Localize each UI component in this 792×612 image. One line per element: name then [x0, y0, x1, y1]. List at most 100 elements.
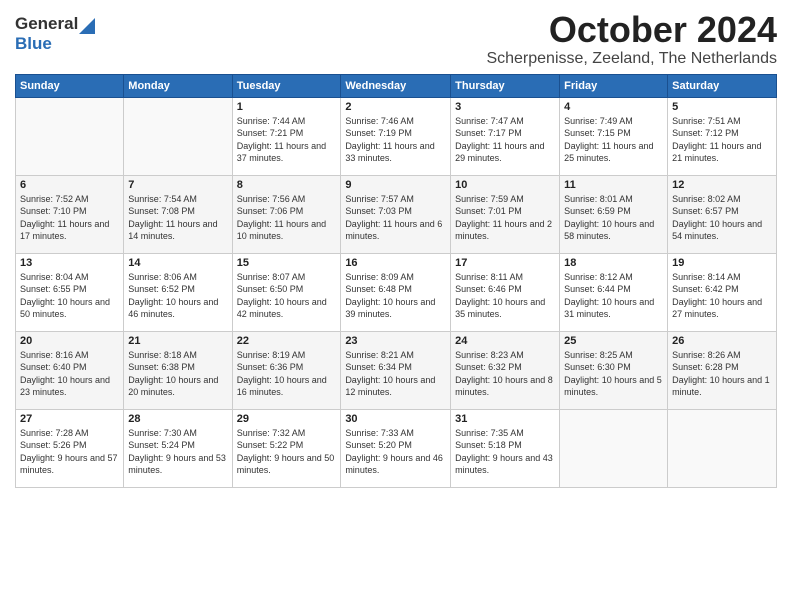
day-info: Sunrise: 7:44 AM Sunset: 7:21 PM Dayligh… — [237, 115, 337, 165]
calendar-cell: 5Sunrise: 7:51 AM Sunset: 7:12 PM Daylig… — [668, 97, 777, 175]
calendar-cell: 17 Sunrise: 8:11 AM Sunset: 6:46 PM Dayli… — [451, 253, 560, 331]
week-row-4: 20 Sunrise: 8:16 AM Sunset: 6:40 PM Dayli… — [16, 331, 777, 409]
day-info: Sunrise: 8:14 AM Sunset: 6:42 PM Dayligh… — [672, 271, 772, 321]
week-row-1: 1 Sunrise: 7:44 AM Sunset: 7:21 PM Daylig… — [16, 97, 777, 175]
calendar-cell — [16, 97, 124, 175]
day-info: Sunrise: 7:32 AM Sunset: 5:22 PM Dayligh… — [237, 427, 337, 477]
day-info: Sunrise: 7:56 AM Sunset: 7:06 PM Dayligh… — [237, 193, 337, 243]
week-row-3: 13 Sunrise: 8:04 AM Sunset: 6:55 PM Dayli… — [16, 253, 777, 331]
day-info: Sunrise: 8:01 AM Sunset: 6:59 PM Dayligh… — [564, 193, 663, 243]
day-number: 25 — [564, 335, 663, 347]
calendar-cell: 2 Sunrise: 7:46 AM Sunset: 7:19 PM Daylig… — [341, 97, 451, 175]
location-title: Scherpenisse, Zeeland, The Netherlands — [486, 50, 777, 68]
week-row-5: 27 Sunrise: 7:28 AM Sunset: 5:26 PM Dayli… — [16, 409, 777, 487]
day-number: 27 — [20, 413, 119, 425]
day-info: Sunrise: 7:57 AM Sunset: 7:03 PM Dayligh… — [345, 193, 446, 243]
day-number: 14 — [128, 257, 227, 269]
day-info: Sunrise: 7:49 AM Sunset: 7:15 PM Dayligh… — [564, 115, 663, 165]
calendar-cell: 27 Sunrise: 7:28 AM Sunset: 5:26 PM Dayli… — [16, 409, 124, 487]
day-info: Sunrise: 7:30 AM Sunset: 5:24 PM Dayligh… — [128, 427, 227, 477]
calendar-cell: 6Sunrise: 7:52 AM Sunset: 7:10 PM Daylig… — [16, 175, 124, 253]
calendar-cell — [668, 409, 777, 487]
day-info: Sunrise: 8:23 AM Sunset: 6:32 PM Dayligh… — [455, 349, 555, 399]
day-number: 12 — [672, 179, 772, 191]
day-number: 18 — [564, 257, 663, 269]
day-number: 11 — [564, 179, 663, 191]
week-row-2: 6Sunrise: 7:52 AM Sunset: 7:10 PM Daylig… — [16, 175, 777, 253]
calendar-cell: 16Sunrise: 8:09 AM Sunset: 6:48 PM Dayli… — [341, 253, 451, 331]
day-info: Sunrise: 8:02 AM Sunset: 6:57 PM Dayligh… — [672, 193, 772, 243]
calendar-cell: 12 Sunrise: 8:02 AM Sunset: 6:57 PM Dayli… — [668, 175, 777, 253]
calendar-cell: 7Sunrise: 7:54 AM Sunset: 7:08 PM Daylig… — [124, 175, 232, 253]
day-info: Sunrise: 8:12 AM Sunset: 6:44 PM Dayligh… — [564, 271, 663, 321]
day-number: 20 — [20, 335, 119, 347]
calendar-cell: 15Sunrise: 8:07 AM Sunset: 6:50 PM Dayli… — [232, 253, 341, 331]
calendar-cell: 9 Sunrise: 7:57 AM Sunset: 7:03 PM Daylig… — [341, 175, 451, 253]
calendar-cell: 10Sunrise: 7:59 AM Sunset: 7:01 PM Dayli… — [451, 175, 560, 253]
day-number: 24 — [455, 335, 555, 347]
calendar-cell: 22 Sunrise: 8:19 AM Sunset: 6:36 PM Dayli… — [232, 331, 341, 409]
day-number: 29 — [237, 413, 337, 425]
day-info: Sunrise: 8:04 AM Sunset: 6:55 PM Dayligh… — [20, 271, 119, 321]
day-info: Sunrise: 7:47 AM Sunset: 7:17 PM Dayligh… — [455, 115, 555, 165]
col-thursday: Thursday — [451, 74, 560, 97]
calendar-cell: 4Sunrise: 7:49 AM Sunset: 7:15 PM Daylig… — [560, 97, 668, 175]
day-info: Sunrise: 8:07 AM Sunset: 6:50 PM Dayligh… — [237, 271, 337, 321]
day-number: 9 — [345, 179, 446, 191]
day-number: 2 — [345, 101, 446, 113]
calendar-cell: 21Sunrise: 8:18 AM Sunset: 6:38 PM Dayli… — [124, 331, 232, 409]
calendar-cell: 23Sunrise: 8:21 AM Sunset: 6:34 PM Dayli… — [341, 331, 451, 409]
day-info: Sunrise: 8:19 AM Sunset: 6:36 PM Dayligh… — [237, 349, 337, 399]
calendar-cell: 25Sunrise: 8:25 AM Sunset: 6:30 PM Dayli… — [560, 331, 668, 409]
calendar-cell: 13 Sunrise: 8:04 AM Sunset: 6:55 PM Dayli… — [16, 253, 124, 331]
day-info: Sunrise: 8:26 AM Sunset: 6:28 PM Dayligh… — [672, 349, 772, 399]
day-number: 13 — [20, 257, 119, 269]
day-info: Sunrise: 7:59 AM Sunset: 7:01 PM Dayligh… — [455, 193, 555, 243]
logo-blue-text: Blue — [15, 34, 52, 53]
calendar-cell: 26Sunrise: 8:26 AM Sunset: 6:28 PM Dayli… — [668, 331, 777, 409]
day-number: 31 — [455, 413, 555, 425]
day-info: Sunrise: 8:06 AM Sunset: 6:52 PM Dayligh… — [128, 271, 227, 321]
day-info: Sunrise: 8:16 AM Sunset: 6:40 PM Dayligh… — [20, 349, 119, 399]
day-number: 5 — [672, 101, 772, 113]
calendar-header-row: Sunday Monday Tuesday Wednesday Thursday… — [16, 74, 777, 97]
month-title: October 2024 — [486, 10, 777, 50]
header: General Blue October 2024 Scherpenisse, … — [15, 10, 777, 68]
calendar-cell: 14 Sunrise: 8:06 AM Sunset: 6:52 PM Dayli… — [124, 253, 232, 331]
calendar-cell: 29 Sunrise: 7:32 AM Sunset: 5:22 PM Dayli… — [232, 409, 341, 487]
day-info: Sunrise: 7:46 AM Sunset: 7:19 PM Dayligh… — [345, 115, 446, 165]
calendar-cell — [124, 97, 232, 175]
day-info: Sunrise: 7:52 AM Sunset: 7:10 PM Dayligh… — [20, 193, 119, 243]
day-info: Sunrise: 8:11 AM Sunset: 6:46 PM Dayligh… — [455, 271, 555, 321]
calendar-cell: 31 Sunrise: 7:35 AM Sunset: 5:18 PM Dayli… — [451, 409, 560, 487]
day-number: 17 — [455, 257, 555, 269]
col-wednesday: Wednesday — [341, 74, 451, 97]
day-number: 23 — [345, 335, 446, 347]
calendar-cell: 11 Sunrise: 8:01 AM Sunset: 6:59 PM Dayli… — [560, 175, 668, 253]
calendar-cell: 8Sunrise: 7:56 AM Sunset: 7:06 PM Daylig… — [232, 175, 341, 253]
logo-general-text: General — [15, 14, 78, 34]
col-monday: Monday — [124, 74, 232, 97]
page: General Blue October 2024 Scherpenisse, … — [0, 0, 792, 498]
day-info: Sunrise: 8:18 AM Sunset: 6:38 PM Dayligh… — [128, 349, 227, 399]
day-number: 22 — [237, 335, 337, 347]
day-number: 19 — [672, 257, 772, 269]
day-number: 28 — [128, 413, 227, 425]
col-friday: Friday — [560, 74, 668, 97]
title-area: October 2024 Scherpenisse, Zeeland, The … — [486, 10, 777, 68]
day-number: 30 — [345, 413, 446, 425]
calendar-cell: 30Sunrise: 7:33 AM Sunset: 5:20 PM Dayli… — [341, 409, 451, 487]
col-sunday: Sunday — [16, 74, 124, 97]
calendar-cell: 18 Sunrise: 8:12 AM Sunset: 6:44 PM Dayli… — [560, 253, 668, 331]
col-tuesday: Tuesday — [232, 74, 341, 97]
day-info: Sunrise: 7:28 AM Sunset: 5:26 PM Dayligh… — [20, 427, 119, 477]
calendar-table: Sunday Monday Tuesday Wednesday Thursday… — [15, 74, 777, 488]
calendar-cell: 24 Sunrise: 8:23 AM Sunset: 6:32 PM Dayli… — [451, 331, 560, 409]
day-number: 1 — [237, 101, 337, 113]
logo-triangle-icon — [79, 18, 95, 34]
calendar-cell: 28 Sunrise: 7:30 AM Sunset: 5:24 PM Dayli… — [124, 409, 232, 487]
day-info: Sunrise: 7:35 AM Sunset: 5:18 PM Dayligh… — [455, 427, 555, 477]
col-saturday: Saturday — [668, 74, 777, 97]
calendar-cell: 3Sunrise: 7:47 AM Sunset: 7:17 PM Daylig… — [451, 97, 560, 175]
calendar-cell: 19 Sunrise: 8:14 AM Sunset: 6:42 PM Dayli… — [668, 253, 777, 331]
